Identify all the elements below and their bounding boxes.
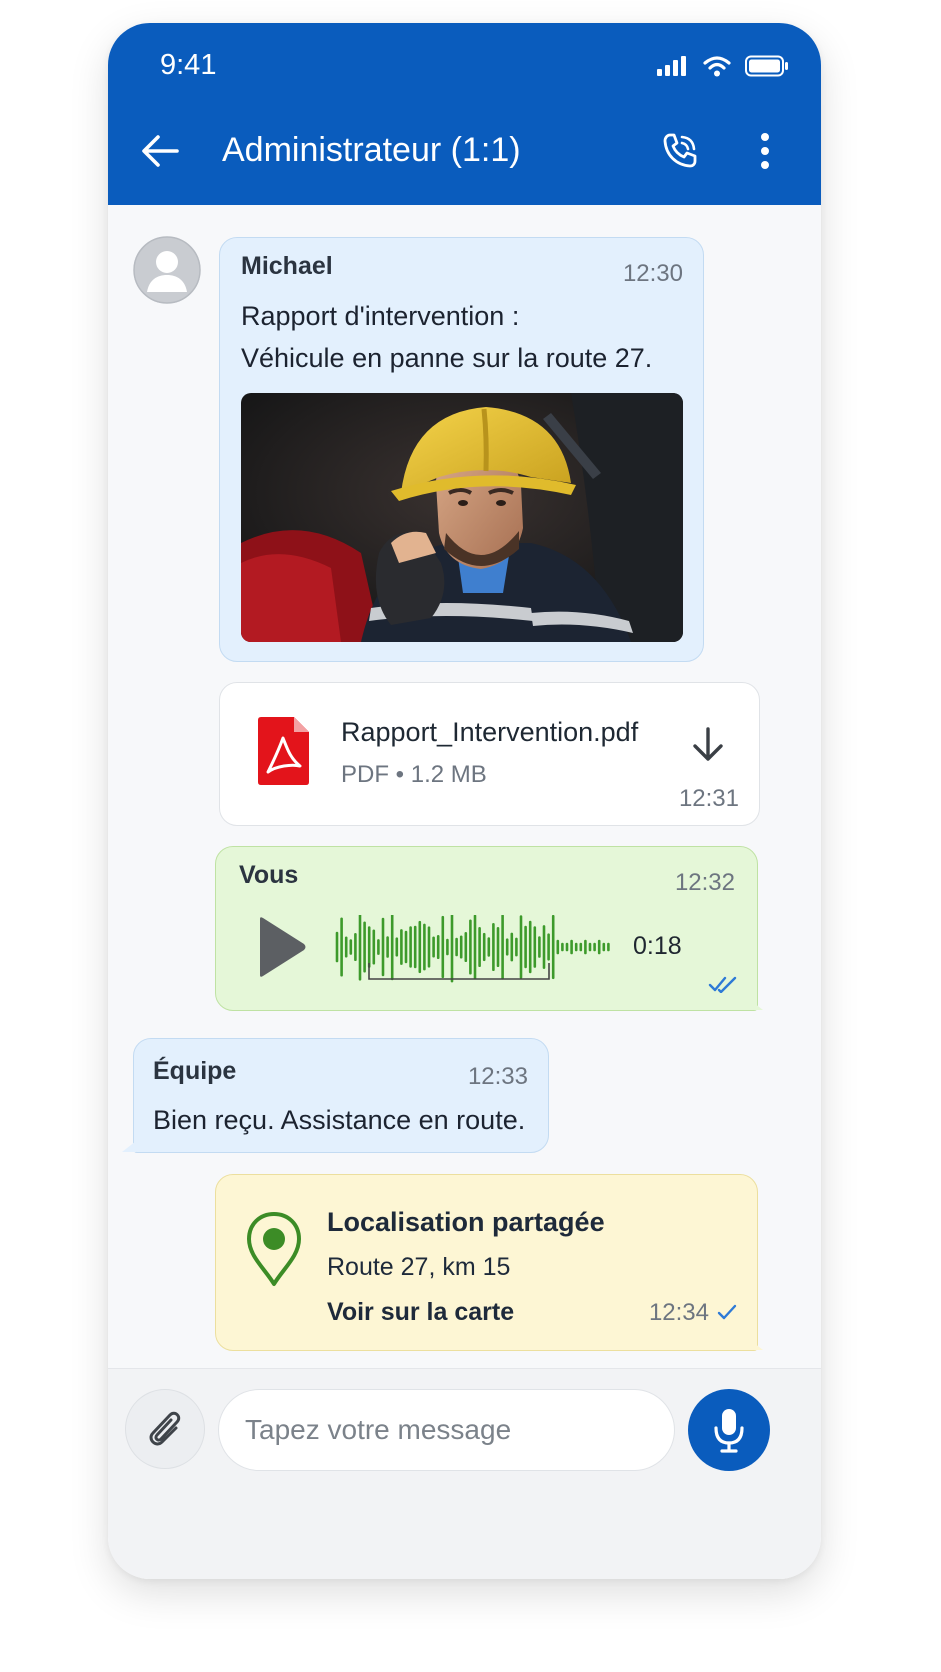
play-icon xyxy=(260,917,306,977)
message-text-line: Véhicule en panne sur la route 27. xyxy=(241,343,653,373)
avatar xyxy=(133,236,201,304)
check-icon xyxy=(717,1304,737,1320)
status-time: 9:41 xyxy=(160,49,217,81)
battery-icon xyxy=(745,55,788,77)
file-name: Rapport_Intervention.pdf xyxy=(341,717,639,747)
user-placeholder-icon xyxy=(133,236,201,304)
waveform-graphic[interactable] xyxy=(333,915,623,987)
file-meta: PDF • 1.2 MB xyxy=(341,761,487,788)
microphone-icon xyxy=(714,1409,744,1453)
bubble-tail xyxy=(749,999,763,1010)
attached-photo[interactable] xyxy=(241,393,683,642)
double-check-icon xyxy=(708,976,737,993)
back-button[interactable] xyxy=(136,127,184,175)
message-time: 12:30 xyxy=(622,260,683,287)
download-arrow-icon xyxy=(693,727,723,761)
more-options-button[interactable] xyxy=(750,127,780,175)
message-time: 12:34 xyxy=(648,1299,709,1326)
message-input[interactable] xyxy=(218,1389,675,1471)
message-time: 12:33 xyxy=(467,1063,528,1090)
attach-button[interactable] xyxy=(125,1389,205,1469)
message-composer xyxy=(108,1368,821,1579)
signal-icon xyxy=(657,56,686,76)
shared-location-bubble[interactable]: Localisation partagée Route 27, km 15 Vo… xyxy=(215,1174,758,1351)
message-text: Bien reçu. Assistance en route. xyxy=(153,1105,526,1135)
file-attachment-bubble[interactable]: Rapport_Intervention.pdf PDF • 1.2 MB 12… xyxy=(219,682,760,826)
message-time: 12:32 xyxy=(674,869,735,896)
message-bubble-michael[interactable]: Michael 12:30 Rapport d'intervention : V… xyxy=(219,237,704,662)
bubble-tail xyxy=(749,1339,763,1350)
phone-frame: 9:41 Administrateur (1:1) Michael 12:30 … xyxy=(108,23,821,1579)
wifi-icon xyxy=(703,56,731,77)
message-list[interactable]: Michael 12:30 Rapport d'intervention : V… xyxy=(108,205,821,1433)
record-voice-button[interactable] xyxy=(688,1389,770,1471)
location-title: Localisation partagée xyxy=(327,1207,605,1237)
sender-name: Vous xyxy=(239,861,299,889)
map-pin-icon xyxy=(247,1212,301,1286)
chat-title: Administrateur (1:1) xyxy=(222,131,521,169)
pdf-file-icon xyxy=(258,717,309,785)
location-address: Route 27, km 15 xyxy=(327,1253,511,1281)
message-bubble-equipe[interactable]: Équipe 12:33 Bien reçu. Assistance en ro… xyxy=(133,1038,549,1153)
status-icons xyxy=(657,55,789,77)
download-button[interactable] xyxy=(686,723,730,767)
arrow-left-icon xyxy=(142,135,179,167)
app-header: 9:41 Administrateur (1:1) xyxy=(108,23,821,205)
sender-name: Michael xyxy=(241,252,333,280)
call-button[interactable] xyxy=(656,127,704,175)
kebab-menu-icon xyxy=(761,133,769,169)
paperclip-icon xyxy=(149,1411,181,1446)
voice-message-bubble[interactable]: Vous 12:32 0:18 xyxy=(215,846,758,1011)
photo-worker-hard-hat xyxy=(241,393,683,642)
message-time: 12:31 xyxy=(678,785,739,812)
play-button[interactable] xyxy=(254,915,310,979)
bubble-tail xyxy=(122,1141,136,1152)
phone-call-icon xyxy=(663,133,697,168)
voice-duration: 0:18 xyxy=(633,932,682,960)
message-text-line: Rapport d'intervention : xyxy=(241,301,520,331)
view-on-map-link[interactable]: Voir sur la carte xyxy=(327,1298,514,1327)
sender-name: Équipe xyxy=(153,1057,237,1085)
